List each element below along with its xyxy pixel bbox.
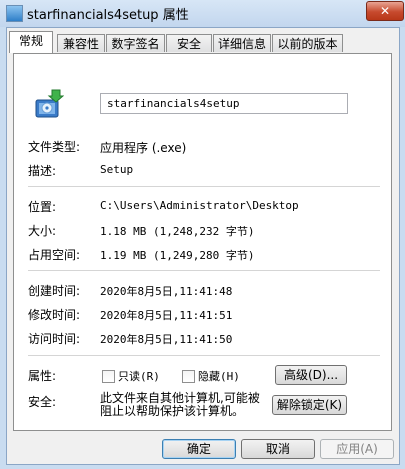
security-warning-text: 此文件来自其他计算机,可能被阻止以帮助保护该计算机。 [100, 391, 260, 418]
created-label: 创建时间: [28, 284, 81, 298]
separator [28, 355, 380, 356]
apply-button[interactable]: 应用(A) [320, 439, 394, 459]
dialog-content: 常规 兼容性 数字签名 安全 详细信息 以前的版本 starfinancials… [6, 27, 400, 465]
size-label: 大小: [28, 224, 57, 238]
general-panel: starfinancials4setup 文件类型: 应用程序 (.exe) 描… [13, 53, 392, 431]
separator [28, 186, 380, 187]
window-title: starfinancials4setup 属性 [27, 8, 189, 23]
title-bar: starfinancials4setup 属性 ✕ [0, 0, 405, 27]
file-name-field[interactable]: starfinancials4setup [100, 93, 348, 114]
separator [28, 270, 380, 271]
description-label: 描述: [28, 164, 57, 178]
ok-button[interactable]: 确定 [162, 439, 236, 459]
modified-label: 修改时间: [28, 308, 81, 322]
exe-file-icon [6, 5, 23, 22]
installer-icon [35, 89, 64, 118]
accessed-value: 2020年8月5日,11:41:50 [100, 333, 233, 346]
file-type-label: 文件类型: [28, 140, 81, 154]
description-value: Setup [100, 163, 134, 176]
unblock-button[interactable]: 解除锁定(K) [272, 395, 347, 415]
attributes-label: 属性: [28, 369, 57, 383]
size-on-disk-label: 占用空间: [28, 248, 81, 262]
cancel-button[interactable]: 取消 [241, 439, 315, 459]
modified-value: 2020年8月5日,11:41:51 [100, 309, 233, 322]
file-type-value: 应用程序 (.exe) [100, 141, 187, 155]
advanced-button[interactable]: 高级(D)... [275, 365, 347, 385]
location-value: C:\Users\Administrator\Desktop [100, 199, 299, 212]
tab-previous-versions[interactable]: 以前的版本 [272, 34, 343, 52]
hidden-label[interactable]: 隐藏(H) [198, 368, 240, 384]
location-label: 位置: [28, 200, 57, 214]
hidden-checkbox[interactable] [182, 370, 195, 383]
tab-security[interactable]: 安全 [166, 34, 212, 52]
created-value: 2020年8月5日,11:41:48 [100, 285, 233, 298]
tab-details[interactable]: 详细信息 [213, 34, 271, 52]
readonly-label[interactable]: 只读(R) [118, 368, 160, 384]
tab-digital-signatures[interactable]: 数字签名 [106, 34, 165, 52]
tab-compatibility[interactable]: 兼容性 [57, 34, 105, 52]
accessed-label: 访问时间: [28, 332, 81, 346]
close-button[interactable]: ✕ [366, 1, 404, 21]
size-value: 1.18 MB (1,248,232 字节) [100, 225, 255, 238]
readonly-checkbox[interactable] [102, 370, 115, 383]
security-label: 安全: [28, 395, 57, 409]
size-on-disk-value: 1.19 MB (1,249,280 字节) [100, 249, 255, 262]
tab-general[interactable]: 常规 [9, 31, 53, 53]
